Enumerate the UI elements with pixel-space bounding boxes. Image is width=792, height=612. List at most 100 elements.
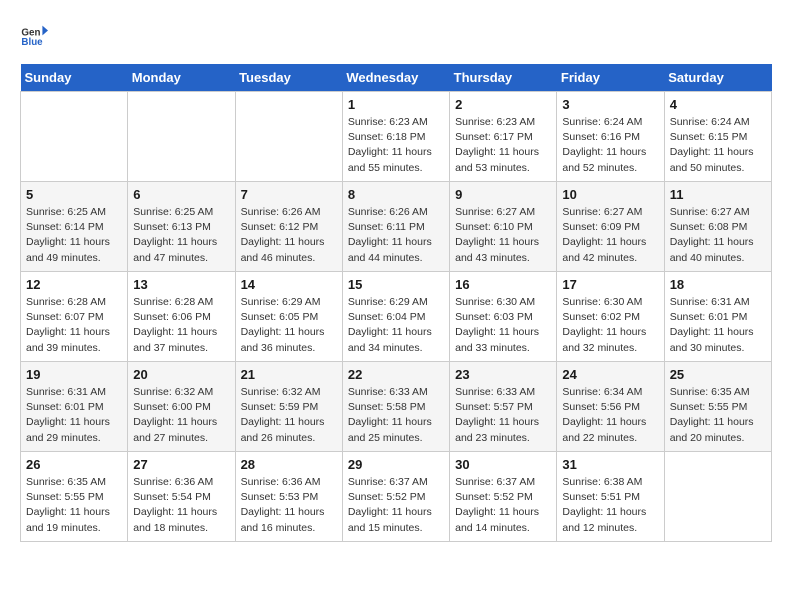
day-number: 16: [455, 277, 551, 292]
svg-text:Blue: Blue: [21, 37, 43, 48]
day-number: 23: [455, 367, 551, 382]
calendar-cell: 17 Sunrise: 6:30 AM Sunset: 6:02 PM Dayli…: [557, 272, 664, 362]
calendar-cell: 16 Sunrise: 6:30 AM Sunset: 6:03 PM Dayli…: [450, 272, 557, 362]
calendar-cell: 5 Sunrise: 6:25 AM Sunset: 6:14 PM Daylig…: [21, 182, 128, 272]
day-info: Sunrise: 6:36 AM Sunset: 5:54 PM Dayligh…: [133, 475, 229, 536]
day-number: 5: [26, 187, 122, 202]
logo: Gen Blue: [20, 20, 52, 48]
calendar-week-4: 19 Sunrise: 6:31 AM Sunset: 6:01 PM Dayli…: [21, 362, 772, 452]
calendar-cell: 23 Sunrise: 6:33 AM Sunset: 5:57 PM Dayli…: [450, 362, 557, 452]
column-header-thursday: Thursday: [450, 64, 557, 92]
day-number: 1: [348, 97, 444, 112]
column-header-sunday: Sunday: [21, 64, 128, 92]
calendar-cell: [235, 92, 342, 182]
calendar-cell: 31Sunrise: 6:38 AM Sunset: 5:51 PM Dayli…: [557, 452, 664, 542]
day-info: Sunrise: 6:30 AM Sunset: 6:02 PM Dayligh…: [562, 295, 658, 356]
day-number: 27: [133, 457, 229, 472]
calendar-cell: 30 Sunrise: 6:37 AM Sunset: 5:52 PM Dayli…: [450, 452, 557, 542]
day-info: Sunrise: 6:23 AM Sunset: 6:18 PM Dayligh…: [348, 115, 444, 176]
calendar-cell: 12 Sunrise: 6:28 AM Sunset: 6:07 PM Dayli…: [21, 272, 128, 362]
calendar-cell: 15Sunrise: 6:29 AM Sunset: 6:04 PM Dayli…: [342, 272, 449, 362]
calendar-cell: 7 Sunrise: 6:26 AM Sunset: 6:12 PM Daylig…: [235, 182, 342, 272]
day-number: 2: [455, 97, 551, 112]
calendar-cell: 2 Sunrise: 6:23 AM Sunset: 6:17 PM Daylig…: [450, 92, 557, 182]
day-info: Sunrise: 6:36 AM Sunset: 5:53 PM Dayligh…: [241, 475, 337, 536]
calendar-cell: 3 Sunrise: 6:24 AM Sunset: 6:16 PM Daylig…: [557, 92, 664, 182]
day-info: Sunrise: 6:29 AM Sunset: 6:05 PM Dayligh…: [241, 295, 337, 356]
day-number: 7: [241, 187, 337, 202]
day-number: 12: [26, 277, 122, 292]
day-info: Sunrise: 6:25 AM Sunset: 6:13 PM Dayligh…: [133, 205, 229, 266]
column-header-monday: Monday: [128, 64, 235, 92]
calendar-cell: 26 Sunrise: 6:35 AM Sunset: 5:55 PM Dayli…: [21, 452, 128, 542]
calendar-cell: 14 Sunrise: 6:29 AM Sunset: 6:05 PM Dayli…: [235, 272, 342, 362]
calendar-cell: 11 Sunrise: 6:27 AM Sunset: 6:08 PM Dayli…: [664, 182, 771, 272]
day-number: 6: [133, 187, 229, 202]
calendar-cell: 24Sunrise: 6:34 AM Sunset: 5:56 PM Dayli…: [557, 362, 664, 452]
day-number: 13: [133, 277, 229, 292]
day-info: Sunrise: 6:28 AM Sunset: 6:06 PM Dayligh…: [133, 295, 229, 356]
column-header-tuesday: Tuesday: [235, 64, 342, 92]
day-number: 14: [241, 277, 337, 292]
day-info: Sunrise: 6:27 AM Sunset: 6:09 PM Dayligh…: [562, 205, 658, 266]
day-info: Sunrise: 6:25 AM Sunset: 6:14 PM Dayligh…: [26, 205, 122, 266]
day-info: Sunrise: 6:24 AM Sunset: 6:16 PM Dayligh…: [562, 115, 658, 176]
day-number: 11: [670, 187, 766, 202]
day-info: Sunrise: 6:35 AM Sunset: 5:55 PM Dayligh…: [26, 475, 122, 536]
day-number: 26: [26, 457, 122, 472]
day-info: Sunrise: 6:29 AM Sunset: 6:04 PM Dayligh…: [348, 295, 444, 356]
day-number: 19: [26, 367, 122, 382]
day-info: Sunrise: 6:32 AM Sunset: 5:59 PM Dayligh…: [241, 385, 337, 446]
day-info: Sunrise: 6:35 AM Sunset: 5:55 PM Dayligh…: [670, 385, 766, 446]
day-info: Sunrise: 6:27 AM Sunset: 6:10 PM Dayligh…: [455, 205, 551, 266]
calendar-header-row: SundayMondayTuesdayWednesdayThursdayFrid…: [21, 64, 772, 92]
calendar-cell: [128, 92, 235, 182]
day-info: Sunrise: 6:27 AM Sunset: 6:08 PM Dayligh…: [670, 205, 766, 266]
day-info: Sunrise: 6:26 AM Sunset: 6:11 PM Dayligh…: [348, 205, 444, 266]
calendar-cell: 4 Sunrise: 6:24 AM Sunset: 6:15 PM Daylig…: [664, 92, 771, 182]
day-number: 10: [562, 187, 658, 202]
day-number: 24: [562, 367, 658, 382]
calendar-cell: 6 Sunrise: 6:25 AM Sunset: 6:13 PM Daylig…: [128, 182, 235, 272]
day-info: Sunrise: 6:32 AM Sunset: 6:00 PM Dayligh…: [133, 385, 229, 446]
day-number: 20: [133, 367, 229, 382]
calendar-week-5: 26 Sunrise: 6:35 AM Sunset: 5:55 PM Dayli…: [21, 452, 772, 542]
calendar-cell: [21, 92, 128, 182]
day-info: Sunrise: 6:33 AM Sunset: 5:58 PM Dayligh…: [348, 385, 444, 446]
day-info: Sunrise: 6:33 AM Sunset: 5:57 PM Dayligh…: [455, 385, 551, 446]
calendar-cell: 8 Sunrise: 6:26 AM Sunset: 6:11 PM Daylig…: [342, 182, 449, 272]
logo-icon: Gen Blue: [20, 20, 48, 48]
calendar-table: SundayMondayTuesdayWednesdayThursdayFrid…: [20, 64, 772, 542]
day-info: Sunrise: 6:31 AM Sunset: 6:01 PM Dayligh…: [670, 295, 766, 356]
day-number: 17: [562, 277, 658, 292]
day-number: 21: [241, 367, 337, 382]
day-info: Sunrise: 6:24 AM Sunset: 6:15 PM Dayligh…: [670, 115, 766, 176]
calendar-cell: 10 Sunrise: 6:27 AM Sunset: 6:09 PM Dayli…: [557, 182, 664, 272]
day-number: 29: [348, 457, 444, 472]
calendar-cell: 27 Sunrise: 6:36 AM Sunset: 5:54 PM Dayli…: [128, 452, 235, 542]
calendar-week-1: 1 Sunrise: 6:23 AM Sunset: 6:18 PM Daylig…: [21, 92, 772, 182]
calendar-cell: 18Sunrise: 6:31 AM Sunset: 6:01 PM Dayli…: [664, 272, 771, 362]
day-number: 30: [455, 457, 551, 472]
calendar-cell: 13 Sunrise: 6:28 AM Sunset: 6:06 PM Dayli…: [128, 272, 235, 362]
calendar-cell: 25Sunrise: 6:35 AM Sunset: 5:55 PM Dayli…: [664, 362, 771, 452]
day-number: 3: [562, 97, 658, 112]
calendar-cell: 20 Sunrise: 6:32 AM Sunset: 6:00 PM Dayli…: [128, 362, 235, 452]
calendar-cell: 22Sunrise: 6:33 AM Sunset: 5:58 PM Dayli…: [342, 362, 449, 452]
calendar-cell: 28Sunrise: 6:36 AM Sunset: 5:53 PM Dayli…: [235, 452, 342, 542]
day-info: Sunrise: 6:38 AM Sunset: 5:51 PM Dayligh…: [562, 475, 658, 536]
calendar-cell: [664, 452, 771, 542]
column-header-saturday: Saturday: [664, 64, 771, 92]
day-info: Sunrise: 6:31 AM Sunset: 6:01 PM Dayligh…: [26, 385, 122, 446]
day-info: Sunrise: 6:26 AM Sunset: 6:12 PM Dayligh…: [241, 205, 337, 266]
day-info: Sunrise: 6:30 AM Sunset: 6:03 PM Dayligh…: [455, 295, 551, 356]
day-info: Sunrise: 6:28 AM Sunset: 6:07 PM Dayligh…: [26, 295, 122, 356]
day-info: Sunrise: 6:37 AM Sunset: 5:52 PM Dayligh…: [455, 475, 551, 536]
calendar-cell: 1 Sunrise: 6:23 AM Sunset: 6:18 PM Daylig…: [342, 92, 449, 182]
day-number: 8: [348, 187, 444, 202]
day-info: Sunrise: 6:23 AM Sunset: 6:17 PM Dayligh…: [455, 115, 551, 176]
day-number: 4: [670, 97, 766, 112]
calendar-cell: 29Sunrise: 6:37 AM Sunset: 5:52 PM Dayli…: [342, 452, 449, 542]
calendar-cell: 21 Sunrise: 6:32 AM Sunset: 5:59 PM Dayli…: [235, 362, 342, 452]
day-number: 9: [455, 187, 551, 202]
